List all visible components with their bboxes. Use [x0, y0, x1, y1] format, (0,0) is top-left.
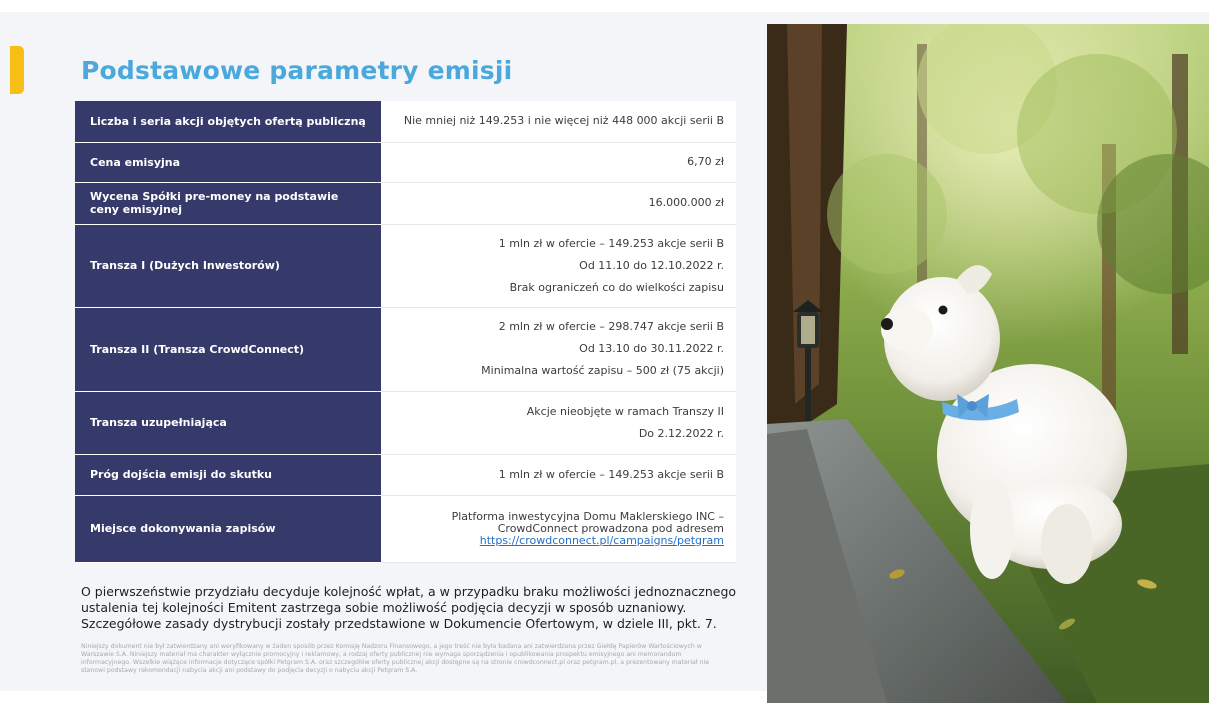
value-line: https://crowdconnect.pl/campaigns/petgra… — [389, 534, 724, 547]
value-line: 1 mln zł w ofercie – 149.253 akcje serii… — [498, 467, 724, 481]
table-row: Próg dojścia emisji do skutku 1 mln zł w… — [75, 454, 736, 496]
page-title: Podstawowe parametry emisji — [81, 56, 513, 85]
value-line: 2 mln zł w ofercie – 298.747 akcje serii… — [498, 320, 724, 333]
row-value: 16.000.000 zł — [381, 182, 736, 225]
row-label: Transza I (Dużych Inwestorów) — [75, 224, 381, 308]
table-row: Transza uzupełniająca Akcje nieobjęte w … — [75, 391, 736, 455]
row-value: 2 mln zł w ofercie – 298.747 akcje serii… — [381, 307, 736, 392]
value-line: 1 mln zł w ofercie – 149.253 akcje serii… — [498, 236, 724, 250]
row-label: Miejsce dokonywania zapisów — [75, 495, 381, 563]
parameters-table: Liczba i seria akcji objętych ofertą pub… — [75, 101, 736, 563]
value-line: Nie mniej niż 149.253 i nie więcej niż 4… — [403, 114, 724, 128]
value-line: Od 13.10 do 30.11.2022 r. — [579, 342, 724, 355]
allocation-note-text: O pierwszeństwie przydziału decyduje kol… — [81, 584, 737, 631]
table-row: Transza I (Dużych Inwestorów) 1 mln zł w… — [75, 224, 736, 308]
table-row: Transza II (Transza CrowdConnect) 2 mln … — [75, 307, 736, 392]
row-label: Transza II (Transza CrowdConnect) — [75, 307, 381, 392]
table-row: Liczba i seria akcji objętych ofertą pub… — [75, 101, 736, 143]
row-label: Cena emisyjna — [75, 142, 381, 183]
table-row: Wycena Spółki pre-money na podstawie cen… — [75, 182, 736, 225]
row-label: Próg dojścia emisji do skutku — [75, 454, 381, 496]
campaign-link[interactable]: https://crowdconnect.pl/campaigns/petgra… — [480, 534, 724, 547]
dog-photo — [767, 24, 1209, 703]
slide: Podstawowe parametry emisji Liczba i ser… — [0, 12, 1209, 703]
row-value: Akcje nieobjęte w ramach Transzy II Do 2… — [381, 391, 736, 455]
table-row: Cena emisyjna 6,70 zł — [75, 142, 736, 183]
row-value: Nie mniej niż 149.253 i nie więcej niż 4… — [381, 101, 736, 143]
row-value: 1 mln zł w ofercie – 149.253 akcje serii… — [381, 224, 736, 308]
dog-photo-illustration — [767, 24, 1209, 703]
value-line: Platforma inwestycyjna Domu Maklerskiego… — [451, 509, 724, 523]
accent-bar — [10, 46, 24, 94]
value-line: Minimalna wartość zapisu – 500 zł (75 ak… — [481, 364, 724, 377]
row-value: Platforma inwestycyjna Domu Maklerskiego… — [381, 495, 736, 563]
value-line: 6,70 zł — [687, 155, 724, 168]
disclaimer: Niniejszy dokument nie był zatwierdzany … — [81, 643, 709, 674]
value-line: Akcje nieobjęte w ramach Transzy II — [526, 404, 724, 418]
value-line: Brak ograniczeń co do wielkości zapisu — [509, 280, 724, 294]
value-line: Od 11.10 do 12.10.2022 r. — [579, 258, 724, 272]
row-label: Liczba i seria akcji objętych ofertą pub… — [75, 101, 381, 143]
row-value: 6,70 zł — [381, 142, 736, 183]
row-label: Transza uzupełniająca — [75, 391, 381, 455]
value-line: Do 2.12.2022 r. — [638, 426, 724, 440]
table-row: Miejsce dokonywania zapisów Platforma in… — [75, 495, 736, 563]
row-label: Wycena Spółki pre-money na podstawie cen… — [75, 182, 381, 225]
row-value: 1 mln zł w ofercie – 149.253 akcje serii… — [381, 454, 736, 496]
allocation-note: O pierwszeństwie przydziału decyduje kol… — [81, 584, 746, 632]
value-line: 16.000.000 zł — [648, 196, 724, 209]
